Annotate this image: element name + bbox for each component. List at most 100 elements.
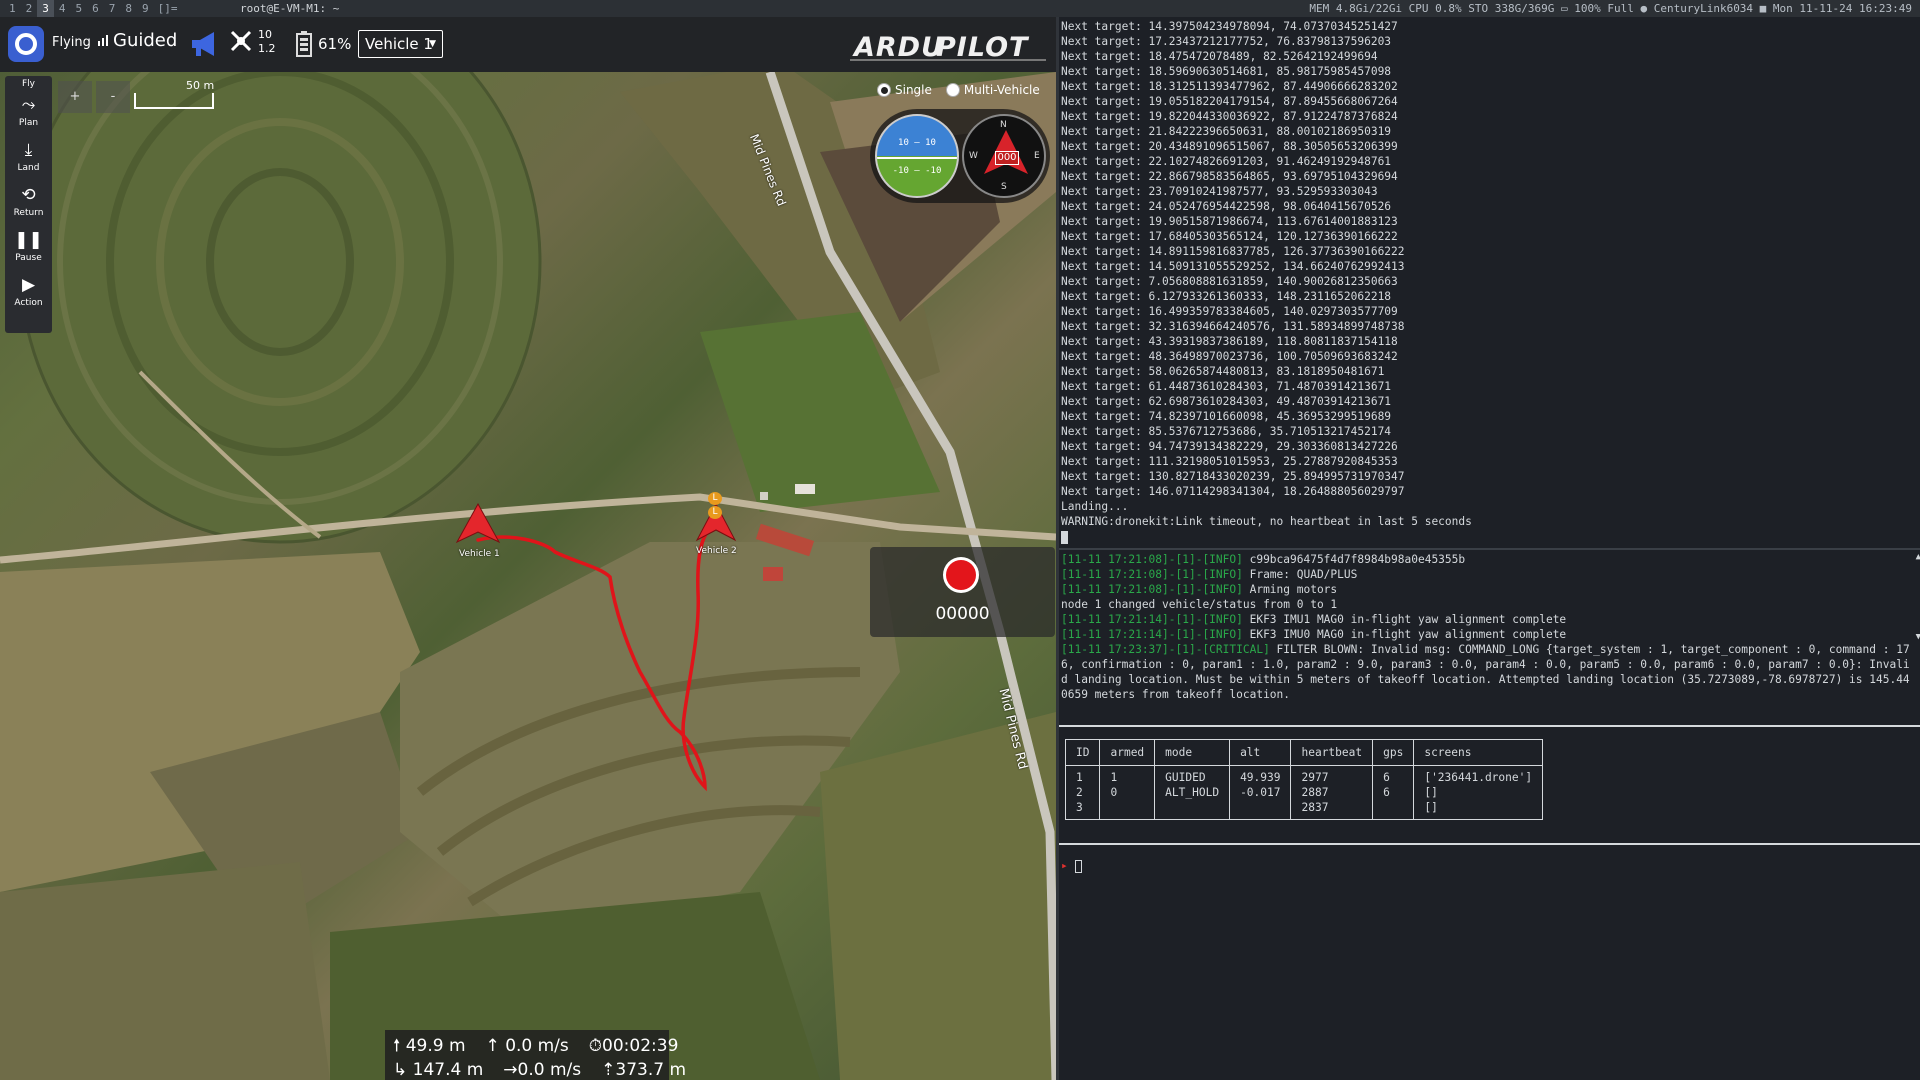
tool-land[interactable]: ⤓ Land <box>5 139 52 173</box>
attitude-pitch-bottom: -10 — -10 <box>892 166 942 176</box>
instrument-panel[interactable]: 10 — 10 -10 — -10 N E S W 000 <box>870 109 1050 203</box>
tool-pause-label: Pause <box>15 253 42 263</box>
workspace-5[interactable]: 5 <box>71 0 88 17</box>
table-cell: 66 <box>1372 765 1415 820</box>
radio-single[interactable]: Single <box>877 83 932 97</box>
radio-unchecked-icon <box>945 83 960 97</box>
distance-readout: ↳ 147.4 m <box>393 1060 484 1080</box>
gps-indicator[interactable]: 10 1.2 <box>228 28 276 56</box>
tool-action-label: Action <box>14 298 43 308</box>
terminal-pane-targets[interactable]: Next target: 14.397504234978094, 74.0737… <box>1059 17 1920 547</box>
flight-status[interactable]: Flying <box>52 35 91 50</box>
qgc-app-icon[interactable] <box>8 26 44 62</box>
battery-indicator[interactable]: 61% <box>296 31 351 57</box>
workspace-1[interactable]: 1 <box>4 0 21 17</box>
svg-text:PILOT: PILOT <box>936 32 1030 63</box>
zoom-in-button[interactable]: + <box>58 81 92 113</box>
vehicle-1-icon[interactable] <box>455 502 501 546</box>
svg-text:ARDU: ARDU <box>852 32 944 63</box>
tool-action[interactable]: ▶ Action <box>5 274 52 308</box>
camera-record-widget: 00000 <box>870 547 1055 637</box>
table-cell-line <box>1240 800 1280 815</box>
tool-return-label: Return <box>13 208 44 218</box>
terminal-line: Next target: 19.822044330036922, 87.9122… <box>1061 110 1398 123</box>
table-header: heartbeat <box>1290 739 1374 766</box>
table-cell: 49.939 -0.017 <box>1229 765 1292 820</box>
radio-multi-label: Multi-Vehicle <box>963 83 1040 97</box>
terminal-line: Next target: 20.434891096515067, 88.3050… <box>1061 140 1398 153</box>
telemetry-panel[interactable]: 🠕 49.9 m ↑ 0.0 m/s ⏱00:02:39 ↳ 147.4 m →… <box>385 1030 686 1080</box>
tool-plan-label: Plan <box>18 118 39 128</box>
vehicle-selector[interactable]: Vehicle 1 ▼ <box>358 30 443 58</box>
tool-return[interactable]: ⟲ Return <box>5 184 52 218</box>
workspace-4[interactable]: 4 <box>54 0 71 17</box>
terminal-line: Next target: 58.06265874480813, 83.18189… <box>1061 365 1385 378</box>
workspace-6[interactable]: 6 <box>87 0 104 17</box>
table-cell-line: GUIDED <box>1165 771 1206 784</box>
landing-marker[interactable]: L <box>708 492 722 505</box>
window-title: root@E-VM-M1: ~ <box>240 2 340 15</box>
log-line: [11-11 17:21:14]-[1]-[INFO] EKF3 IMU1 MA… <box>1061 612 1911 627</box>
zoom-out-button[interactable]: - <box>96 81 130 113</box>
terminal-pane-log[interactable]: [11-11 17:21:08]-[1]-[INFO] c99bca96475f… <box>1059 548 1920 723</box>
table-row: 1 2 3 1 0 GUIDED ALT_HOLD 49.939 -0.017 2977 2887 2… <box>1064 765 1544 820</box>
flight-time-readout: ⏱00:02:39 <box>588 1036 679 1056</box>
log-message: Frame: QUAD/PLUS <box>1242 568 1358 581</box>
megaphone-icon[interactable] <box>188 30 218 58</box>
terminal-line: Next target: 43.39319837386189, 118.8081… <box>1061 335 1398 348</box>
attitude-pitch-top: 10 — 10 <box>898 138 936 148</box>
workspace-3[interactable]: 3 <box>37 0 54 17</box>
record-button[interactable] <box>943 557 979 593</box>
log-line: [11-11 17:21:14]-[1]-[INFO] EKF3 IMU0 MA… <box>1061 627 1911 642</box>
table-cell-line: ALT_HOLD <box>1165 786 1220 799</box>
workspace-9[interactable]: 9 <box>137 0 154 17</box>
terminal-line: Next target: 62.69873610284303, 49.48703… <box>1061 395 1392 408</box>
workspace-2[interactable]: 2 <box>21 0 38 17</box>
scrollbar[interactable]: ▲ ▼ <box>1916 552 1920 642</box>
terminal-input-cursor[interactable] <box>1074 859 1082 873</box>
terminal-line: Next target: 130.82718433020239, 25.8949… <box>1061 470 1405 483</box>
log-timestamp: [11-11 17:21:08]-[1]-[INFO] <box>1061 583 1243 596</box>
terminal-line: Next target: 19.055182204179154, 87.8945… <box>1061 95 1398 108</box>
table-cell-line: 1 <box>1076 771 1083 784</box>
table-cell-line: 1 <box>1110 771 1118 784</box>
terminal-pane-prompt[interactable]: ▸ <box>1059 843 1920 1080</box>
terminal-line: Next target: 111.32198051015953, 25.2788… <box>1061 455 1398 468</box>
terminal-line: Next target: 74.82397101660098, 45.36953… <box>1061 410 1392 423</box>
terminal-pane-status-table[interactable]: ID armed mode alt heartbeat gps screens 12310G… <box>1059 725 1920 855</box>
terminal-line: Next target: 48.36498970023736, 100.7050… <box>1061 350 1398 363</box>
chevron-down-icon: ▼ <box>429 39 436 49</box>
vehicle-status-table: ID armed mode alt heartbeat gps screens 12310G… <box>1064 739 1544 820</box>
table-header: alt <box>1229 739 1292 766</box>
table-header: gps <box>1372 739 1415 766</box>
radio-single-label: Single <box>895 83 932 97</box>
log-timestamp: [11-11 17:23:37]-[1]-[CRITICAL] <box>1061 643 1270 656</box>
system-topbar: 1 2 3 4 5 6 7 8 9 []= root@E-VM-M1: ~ MEM 4.8Gi/2… <box>0 0 1920 17</box>
workspace-8[interactable]: 8 <box>120 0 137 17</box>
tool-fly[interactable]: Fly <box>5 79 52 89</box>
tool-plan[interactable]: ⤳ Plan <box>5 94 52 128</box>
signal-bars-icon <box>98 35 108 46</box>
landing-marker[interactable]: L <box>708 506 722 519</box>
radio-checked-icon <box>877 83 891 97</box>
terminal-line: Next target: 14.891159816837785, 126.377… <box>1061 245 1405 258</box>
terminal-window[interactable]: Next target: 14.397504234978094, 74.0737… <box>1056 17 1920 1080</box>
workspace-7[interactable]: 7 <box>104 0 121 17</box>
table-cell: GUIDED ALT_HOLD <box>1154 765 1231 820</box>
radio-multi-vehicle[interactable]: Multi-Vehicle <box>945 83 1040 97</box>
satellite-icon <box>230 30 252 52</box>
tool-pause[interactable]: ❚❚ Pause <box>5 229 52 263</box>
altitude-readout: 🠕 49.9 m <box>393 1036 466 1056</box>
table-header: armed <box>1099 739 1156 766</box>
table-cell-line: 6 <box>1383 786 1390 799</box>
terminal-line: Next target: 146.07114298341304, 18.2648… <box>1061 485 1405 498</box>
gps-satellite-count: 10 <box>258 28 272 41</box>
table-cell: 1 2 3 <box>1064 765 1101 820</box>
flight-mode-selector[interactable]: Guided <box>98 30 177 51</box>
terminal-line: Next target: 21.84222396650631, 88.00102… <box>1061 125 1392 138</box>
battery-icon <box>296 31 312 57</box>
table-cell-line: 2 <box>1076 786 1083 799</box>
compass-indicator: N E S W 000 <box>962 114 1046 198</box>
terminal-line: Next target: 61.44873610284303, 71.48703… <box>1061 380 1392 393</box>
pause-icon: ❚❚ <box>14 230 43 250</box>
